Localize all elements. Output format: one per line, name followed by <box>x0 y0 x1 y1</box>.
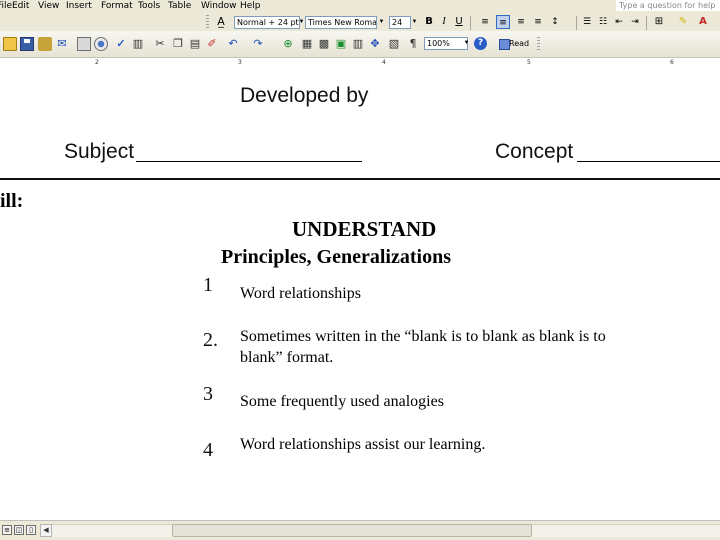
tables-borders-icon[interactable]: ▦ <box>300 37 314 51</box>
ruler-number: 4 <box>382 59 386 66</box>
bold-icon[interactable]: B <box>422 15 436 29</box>
paste-icon[interactable]: ▤ <box>188 37 202 51</box>
decrease-indent-icon[interactable]: ⇤ <box>612 15 626 29</box>
ruler-number: 5 <box>527 59 531 66</box>
research-icon[interactable]: ▥ <box>131 37 145 51</box>
subject-label: Subject <box>64 140 135 163</box>
menu-format[interactable]: Format <box>101 1 133 11</box>
font-dropdown[interactable]: Times New Roman <box>305 16 377 29</box>
menu-tools[interactable]: Tools <box>138 1 160 11</box>
item-number: 1 <box>203 274 213 296</box>
toolbar-gripper[interactable] <box>206 15 209 29</box>
underline-icon[interactable]: U <box>452 15 466 29</box>
undo-icon[interactable]: ↶ <box>226 37 240 51</box>
concept-label: Concept <box>495 140 574 163</box>
menu-edit[interactable]: Edit <box>12 1 29 11</box>
columns-icon[interactable]: ▥ <box>351 37 365 51</box>
heading-principles: Principles, Generalizations <box>221 246 451 268</box>
save-icon[interactable] <box>20 37 34 51</box>
permission-icon[interactable] <box>38 37 52 51</box>
menu-table[interactable]: Table <box>168 1 191 11</box>
hyperlink-icon[interactable]: ⊕ <box>281 37 295 51</box>
horizontal-ruler[interactable]: 2 3 4 5 6 <box>0 58 720 70</box>
toolbar-gripper[interactable] <box>537 37 540 51</box>
web-view-icon[interactable]: ◫ <box>14 525 24 535</box>
standard-toolbar: ✉ ✓ ▥ ✂ ❐ ▤ ✐ ↶ ↷ ⊕ ▦ ▩ ▣ ▥ ✥ ▧ ¶ <box>0 31 720 58</box>
heading-understand: UNDERSTAND <box>292 217 437 241</box>
menu-bar: File Edit View Insert Format Tools Table… <box>0 0 720 31</box>
align-center-icon[interactable]: ≡ <box>496 15 510 29</box>
menu-window[interactable]: Window <box>201 1 237 11</box>
format-painter-icon[interactable]: ✐ <box>205 37 219 51</box>
separator <box>470 16 471 30</box>
open-folder-icon[interactable] <box>3 37 17 51</box>
menu-insert[interactable]: Insert <box>66 1 92 11</box>
ruler-number: 3 <box>238 59 242 66</box>
chevron-down-icon[interactable]: ▼ <box>377 16 386 29</box>
numbering-icon[interactable]: ☰ <box>580 15 594 29</box>
font-size-dropdown[interactable]: 24 <box>389 16 411 29</box>
horizontal-scrollbar-area: ≡ ◫ ▯ ◀ <box>0 520 720 540</box>
redo-icon[interactable]: ↷ <box>251 37 265 51</box>
divider-line <box>0 178 720 180</box>
copy-icon[interactable]: ❐ <box>171 37 185 51</box>
cut-icon[interactable]: ✂ <box>153 37 167 51</box>
separator <box>646 16 647 30</box>
show-hide-icon[interactable]: ¶ <box>406 37 420 51</box>
ruler-number: 2 <box>95 59 99 66</box>
menu-file[interactable]: File <box>0 1 12 11</box>
drawing-icon[interactable]: ✥ <box>368 37 382 51</box>
spelling-icon[interactable]: ✓ <box>114 37 128 51</box>
justify-icon[interactable]: ≡ <box>531 15 545 29</box>
list-item: Word relationships assist our learning. <box>240 436 486 453</box>
chevron-down-icon[interactable]: ▼ <box>462 37 471 50</box>
list-item: Word relationships <box>240 285 361 302</box>
increase-indent-icon[interactable]: ⇥ <box>628 15 642 29</box>
borders-icon[interactable]: ⊞ <box>652 15 666 29</box>
concept-blank-line <box>577 161 720 162</box>
document-page[interactable]: Developed by Subject Concept ill: UNDERS… <box>0 70 720 520</box>
help-icon[interactable]: ? <box>474 37 487 50</box>
separator <box>576 16 577 30</box>
print-layout-icon[interactable]: ▯ <box>26 525 36 535</box>
ask-question-input[interactable]: Type a question for help <box>616 0 720 11</box>
insert-excel-icon[interactable]: ▣ <box>334 37 348 51</box>
styles-icon[interactable]: A̲ <box>214 15 228 29</box>
align-left-icon[interactable]: ≡ <box>478 15 492 29</box>
menu-view[interactable]: View <box>38 1 59 11</box>
insert-table-icon[interactable]: ▩ <box>317 37 331 51</box>
font-color-icon[interactable]: A <box>696 15 710 29</box>
bullets-icon[interactable]: ☷ <box>596 15 610 29</box>
highlight-icon[interactable]: ✎ <box>676 15 690 29</box>
list-item: Some frequently used analogies <box>240 393 444 410</box>
item-number: 4 <box>203 439 213 461</box>
normal-view-icon[interactable]: ≡ <box>2 525 12 535</box>
print-preview-icon[interactable] <box>94 37 108 51</box>
email-icon[interactable]: ✉ <box>55 37 69 51</box>
italic-icon[interactable]: I <box>437 15 451 29</box>
list-item: Sometimes written in the “blank is to bl… <box>240 328 606 366</box>
document-map-icon[interactable]: ▧ <box>387 37 401 51</box>
developed-by-text: Developed by <box>240 84 369 107</box>
menu-help[interactable]: Help <box>240 1 261 11</box>
read-button[interactable]: Read <box>497 36 537 51</box>
print-icon[interactable] <box>77 37 91 51</box>
subject-blank-line <box>136 161 362 162</box>
scrollbar-thumb[interactable] <box>172 524 532 537</box>
chevron-down-icon[interactable]: ▼ <box>410 16 419 29</box>
scroll-left-button[interactable]: ◀ <box>40 524 52 537</box>
ruler-number: 6 <box>670 59 674 66</box>
skill-label: ill: <box>0 190 24 212</box>
item-number: 2. <box>203 329 218 351</box>
item-number: 3 <box>203 383 213 405</box>
align-right-icon[interactable]: ≡ <box>514 15 528 29</box>
line-spacing-icon[interactable]: ↕ <box>548 15 562 29</box>
style-dropdown[interactable]: Normal + 24 pt <box>234 16 300 29</box>
